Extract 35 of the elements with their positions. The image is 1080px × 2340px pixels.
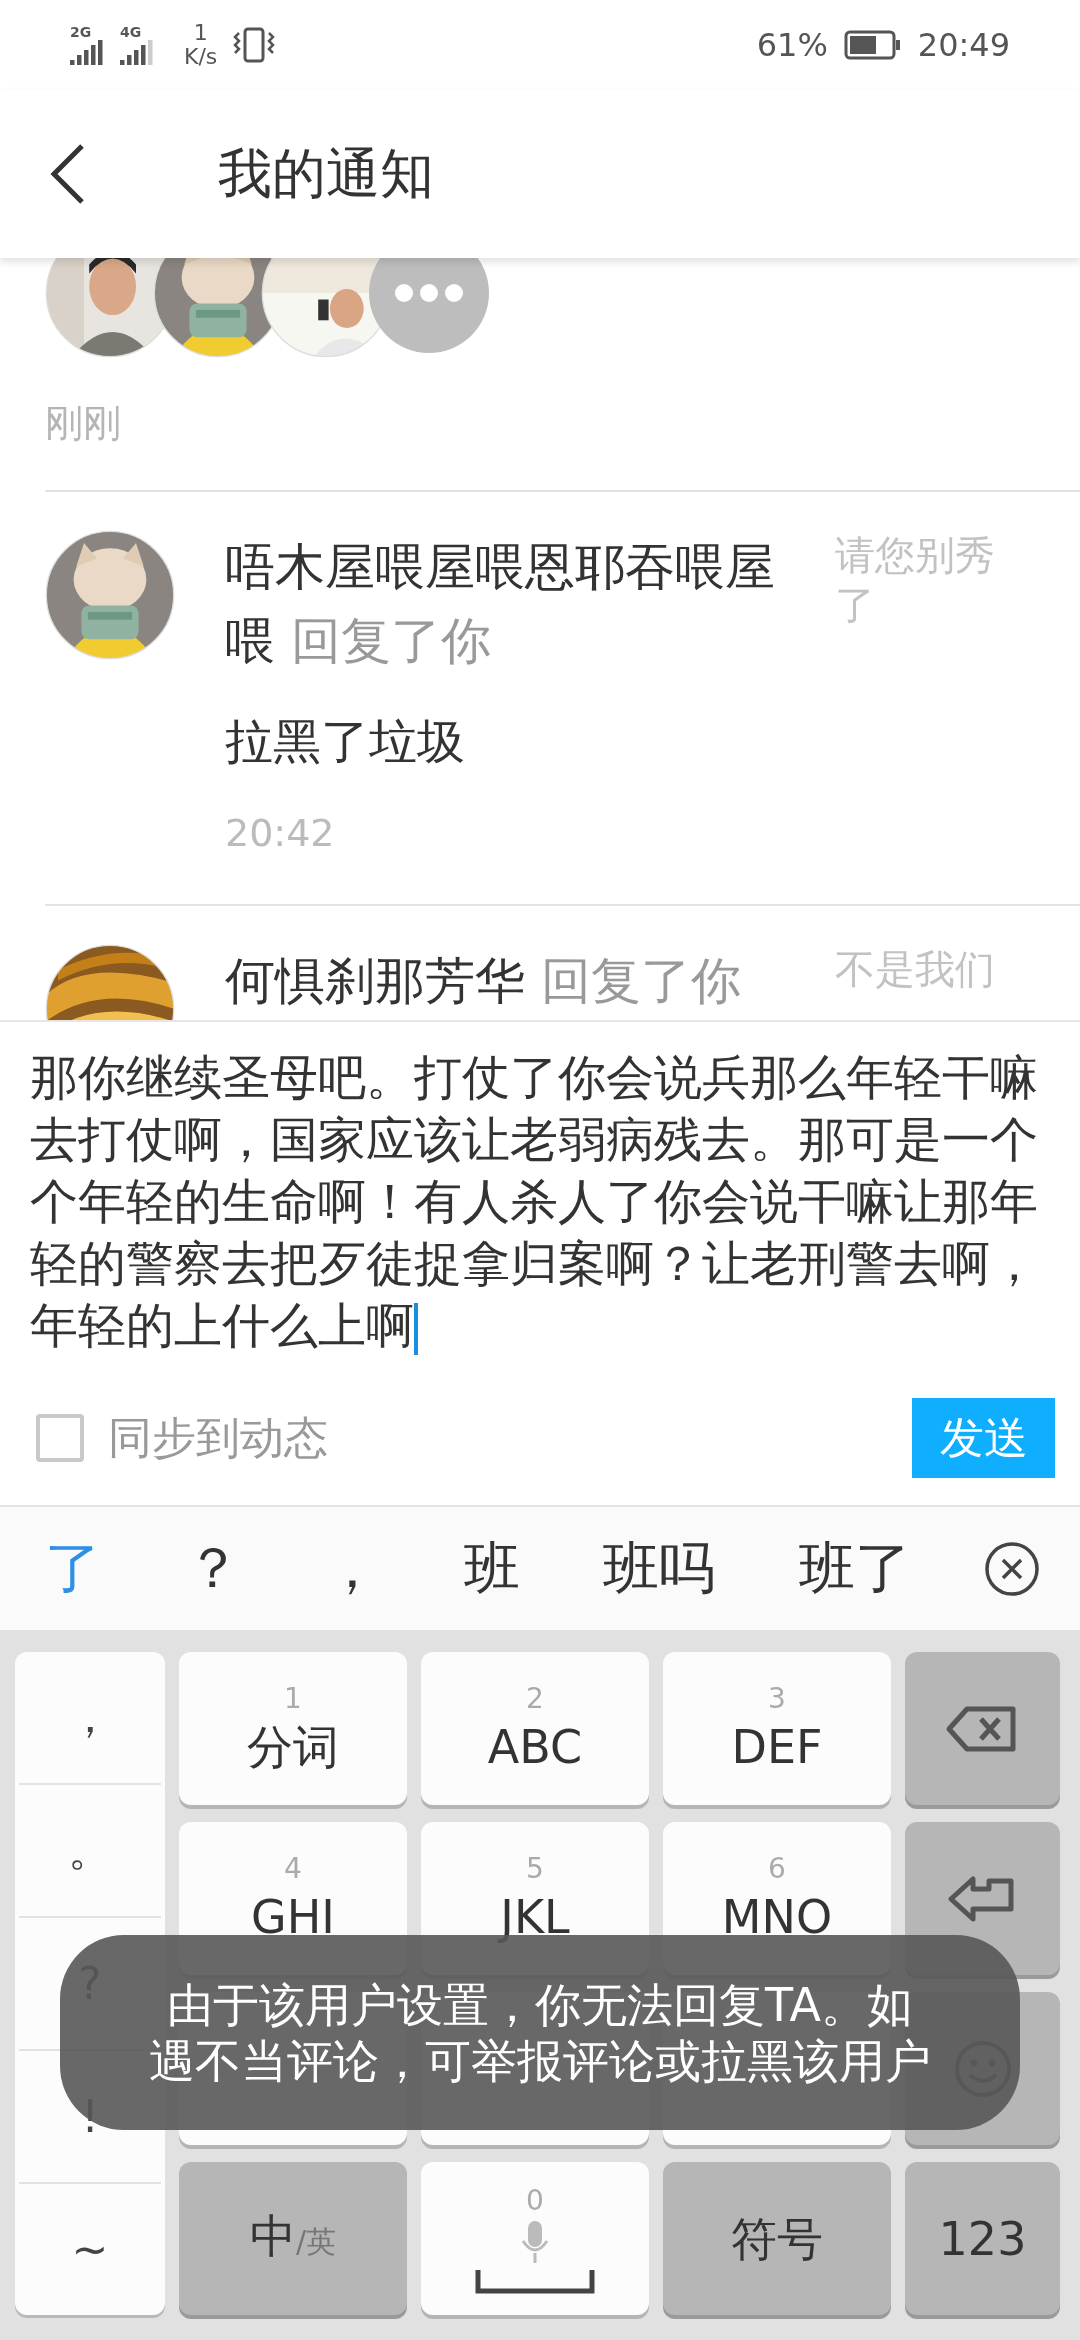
notification-title: 唔木屋喂屋喂恩耶吞喂屋喂 回复了你 (225, 537, 776, 672)
battery-percent: 61% (756, 26, 828, 64)
sync-checkbox[interactable] (36, 1414, 84, 1462)
clock: 20:49 (917, 26, 1010, 64)
network-label: 2G (70, 25, 93, 39)
microphone-icon (520, 2218, 550, 2265)
symbol-key[interactable]: 。 (19, 1785, 161, 1918)
page-title: 我的通知 (218, 140, 434, 207)
close-icon[interactable] (984, 1540, 1040, 1597)
speed-unit: K/s (184, 45, 218, 69)
sync-label: 同步到动态 (108, 1410, 329, 1465)
quoted-comment: 请您别秀了 (835, 531, 996, 630)
candidate-word[interactable]: ？ (174, 1530, 251, 1607)
signal-icon (70, 39, 104, 65)
text-cursor (414, 1303, 418, 1355)
quoted-comment: 不是我们 (835, 945, 996, 994)
candidate-word[interactable]: ， (314, 1530, 390, 1607)
signal-icon (120, 39, 154, 65)
speed-value: 1 (193, 21, 208, 45)
network-label: 4G (120, 25, 143, 39)
candidate-word[interactable]: 班了 (788, 1530, 921, 1607)
candidate-word[interactable]: 班吗 (593, 1530, 725, 1607)
toast-text: 遇不当评论，可举报评论或拉黑该用户 (149, 2032, 931, 2089)
symbol-key[interactable]: ~ (19, 2184, 161, 2315)
reply-text: 拉黑了垃圾 (225, 712, 466, 771)
candidate-word[interactable]: 班 (453, 1530, 530, 1607)
notification-title: 何惧刹那芳华 回复了你 (225, 951, 742, 1012)
timestamp: 刚刚 (44, 400, 122, 447)
symbol-key[interactable]: ， (19, 1652, 161, 1785)
toast-text: 由于该用户设置，你无法回复TA。如 (167, 1976, 913, 2033)
comment-field[interactable]: 那你继续圣母吧。打仗了你会说兵那么年轻干嘛去打仗啊，国家应该让老弱病残去。那可是一个个年轻的生命啊！有人杀人了你会说干嘛让那年轻的警察去把歹徒捉拿归案啊？让老刑警去啊，年轻的上什么上啊 (30, 1046, 1040, 1356)
timestamp: 20:42 (225, 810, 336, 857)
more-icon[interactable] (369, 258, 489, 353)
battery-icon (843, 30, 902, 60)
vibrate-icon (233, 27, 276, 63)
